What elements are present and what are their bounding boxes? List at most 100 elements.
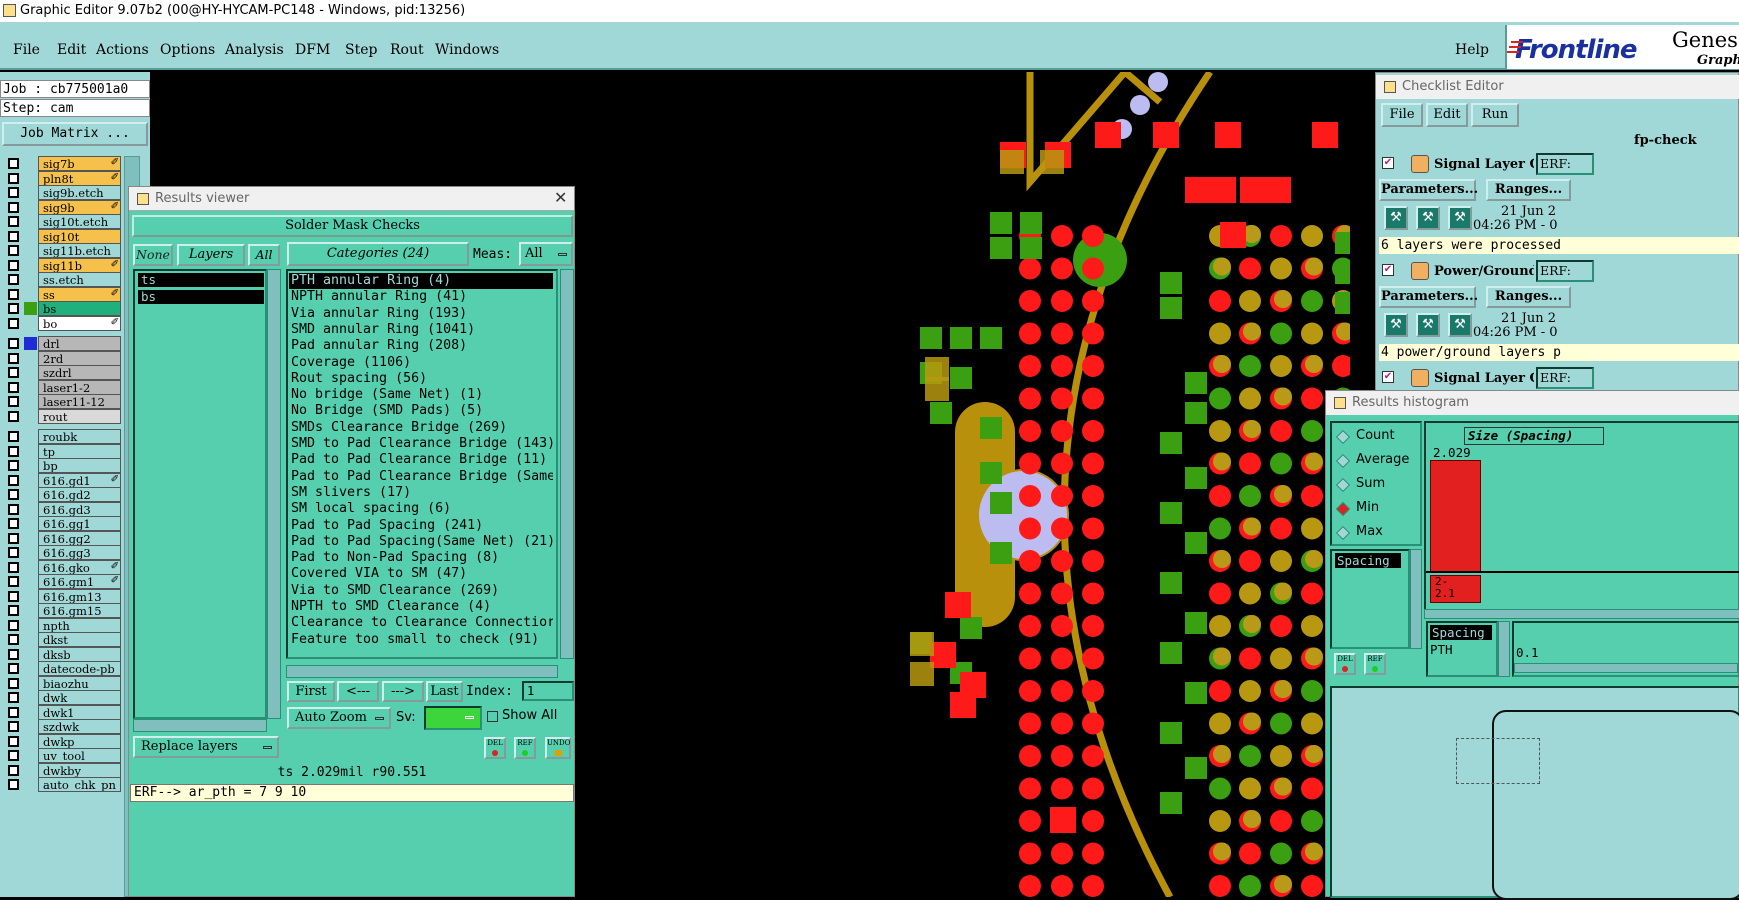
layer-row[interactable]: dwk	[5, 690, 121, 705]
layer-name[interactable]: roubk	[38, 429, 121, 444]
layer-checkbox[interactable]	[8, 547, 19, 558]
layer-checkbox[interactable]	[8, 561, 19, 573]
histogram-bar[interactable]	[1430, 460, 1481, 572]
layer-row[interactable]: ss ✐	[5, 286, 121, 302]
layer-row[interactable]: tp	[5, 443, 121, 459]
layer-row[interactable]: 616.gd2	[5, 487, 121, 502]
layer-checkbox[interactable]	[8, 706, 19, 718]
layer-name[interactable]: sig9b.etch	[38, 185, 121, 200]
layer-row[interactable]: 616.gd1 ✐	[5, 472, 121, 488]
layer-checkbox[interactable]	[8, 158, 19, 169]
layer-select-item-bs[interactable]: bs	[138, 290, 264, 304]
checklist-item-erf[interactable]: ERF:	[1536, 153, 1594, 175]
run-check-icon[interactable]: ⚒	[1416, 206, 1440, 230]
layer-row[interactable]: sig9b ✐	[5, 199, 121, 215]
layer-checkbox[interactable]	[8, 201, 19, 213]
undo-button[interactable]: UNDO	[545, 737, 571, 759]
layer-checkbox[interactable]	[8, 750, 19, 761]
layer-row[interactable]: 616.gg3	[5, 545, 121, 560]
layer-name[interactable]: laser1-2	[38, 379, 121, 395]
layer-row[interactable]: 616.gm15	[5, 603, 121, 618]
category-item[interactable]: Pad to Pad Spacing (241)	[289, 518, 553, 534]
layer-row[interactable]: sig11b ✐	[5, 257, 121, 273]
layer-row[interactable]: dwkby	[5, 762, 121, 778]
layer-checkbox[interactable]	[8, 692, 19, 703]
histogram-del-button[interactable]: DEL	[1334, 653, 1356, 675]
layer-checkbox[interactable]	[8, 216, 19, 227]
layer-row[interactable]: laser11-12	[5, 394, 121, 409]
run-check-icon[interactable]: ⚒	[1448, 313, 1472, 337]
layer-row[interactable]: dksb	[5, 646, 121, 662]
layer-name[interactable]: bs	[38, 301, 121, 316]
layer-name[interactable]: 616.gg2	[38, 530, 121, 546]
layer-name[interactable]: 616.gm15	[38, 603, 121, 618]
category-item[interactable]: Clearance to Clearance Connectior	[289, 615, 553, 631]
histogram-hscroll[interactable]	[1424, 609, 1739, 619]
ranges-button[interactable]: Ranges...	[1486, 286, 1571, 308]
layer-name[interactable]: uv_tool	[38, 748, 121, 763]
layer-name[interactable]: szdwk	[38, 719, 121, 734]
histogram-ref-button[interactable]: REF	[1364, 653, 1386, 675]
del-button[interactable]: DEL	[484, 737, 506, 759]
layer-name[interactable]: 616.gg3	[38, 545, 121, 560]
checklist-menu-run[interactable]: Run	[1471, 103, 1519, 127]
layer-row[interactable]: uv_tool	[5, 748, 121, 763]
layer-name[interactable]: 616.gg1	[38, 516, 121, 531]
layer-row[interactable]: sig11b.etch	[5, 243, 121, 258]
layer-row[interactable]: sig9b.etch	[5, 185, 121, 200]
layer-row[interactable]: dwk1	[5, 704, 121, 720]
histogram-mode-option[interactable]: Average	[1335, 451, 1420, 471]
layer-row[interactable]: sig10t	[5, 228, 121, 244]
layer-name[interactable]: 616.gd2	[38, 487, 121, 502]
layer-name[interactable]: npth	[38, 617, 121, 633]
next-button[interactable]: --->	[382, 681, 424, 702]
layer-row[interactable]: 2rd	[5, 350, 121, 366]
layer-row[interactable]: pln8t ✐	[5, 170, 121, 186]
measures-vscroll[interactable]	[1498, 621, 1510, 677]
checklist-menu-edit[interactable]: Edit	[1426, 103, 1468, 127]
meas-select[interactable]: All	[519, 242, 573, 266]
layer-checkbox[interactable]	[8, 634, 19, 645]
layer-name[interactable]: 616.gd1	[38, 472, 121, 488]
layer-checkbox[interactable]	[8, 518, 19, 529]
category-list[interactable]: PTH annular Ring (4) NPTH annular Ring (4…	[286, 269, 558, 659]
layer-checkbox[interactable]	[8, 230, 19, 242]
menu-rout[interactable]: Rout	[390, 42, 424, 58]
layer-name[interactable]: laser11-12	[38, 394, 121, 409]
layer-name[interactable]: sig10t	[38, 228, 121, 244]
layer-row[interactable]: ss.etch	[5, 272, 121, 287]
layer-row[interactable]: sig10t.etch	[5, 214, 121, 229]
category-item[interactable]: No Bridge (SMD Pads) (5)	[289, 403, 553, 419]
layer-name[interactable]: ss	[38, 286, 121, 302]
layer-list-hscroll[interactable]	[133, 719, 267, 732]
layer-name[interactable]: sig10t.etch	[38, 214, 121, 229]
category-item[interactable]: Pad annular Ring (208)	[289, 338, 553, 354]
layer-name[interactable]: 616.gm13	[38, 588, 121, 604]
category-hscroll[interactable]	[286, 665, 558, 678]
layer-row[interactable]: biaozhu	[5, 675, 121, 691]
layer-checkbox[interactable]	[8, 590, 19, 602]
layer-checkbox[interactable]	[8, 187, 19, 198]
prev-button[interactable]: <---	[337, 681, 379, 702]
layer-name[interactable]: bp	[38, 458, 121, 473]
none-button[interactable]: None	[133, 244, 173, 266]
layer-name[interactable]: 616.gko	[38, 559, 121, 575]
layer-checkbox[interactable]	[8, 410, 19, 422]
layer-checkbox[interactable]	[8, 576, 19, 587]
category-vscroll[interactable]	[560, 269, 574, 659]
layer-name[interactable]: dwkby	[38, 762, 121, 778]
checklist-item-erf[interactable]: ERF:	[1536, 367, 1594, 389]
layer-name[interactable]: drl	[38, 336, 121, 351]
category-item[interactable]: Via to SMD Clearance (269)	[289, 583, 553, 599]
layer-checkbox[interactable]	[8, 259, 19, 271]
close-icon[interactable]: ✕	[554, 188, 567, 207]
category-item[interactable]: Feature too small to check (91)	[289, 632, 553, 648]
histogram-mode-option[interactable]: Sum	[1335, 475, 1420, 495]
layer-row[interactable]: laser1-2	[5, 379, 121, 395]
layer-row[interactable]: dkst	[5, 632, 121, 647]
menu-step[interactable]: Step	[345, 42, 377, 58]
run-check-icon[interactable]: ⚒	[1384, 206, 1408, 230]
category-item[interactable]: No bridge (Same Net) (1)	[289, 387, 553, 403]
layer-name[interactable]: 616.gm1	[38, 574, 121, 589]
layer-row[interactable]: roubk	[5, 429, 121, 444]
